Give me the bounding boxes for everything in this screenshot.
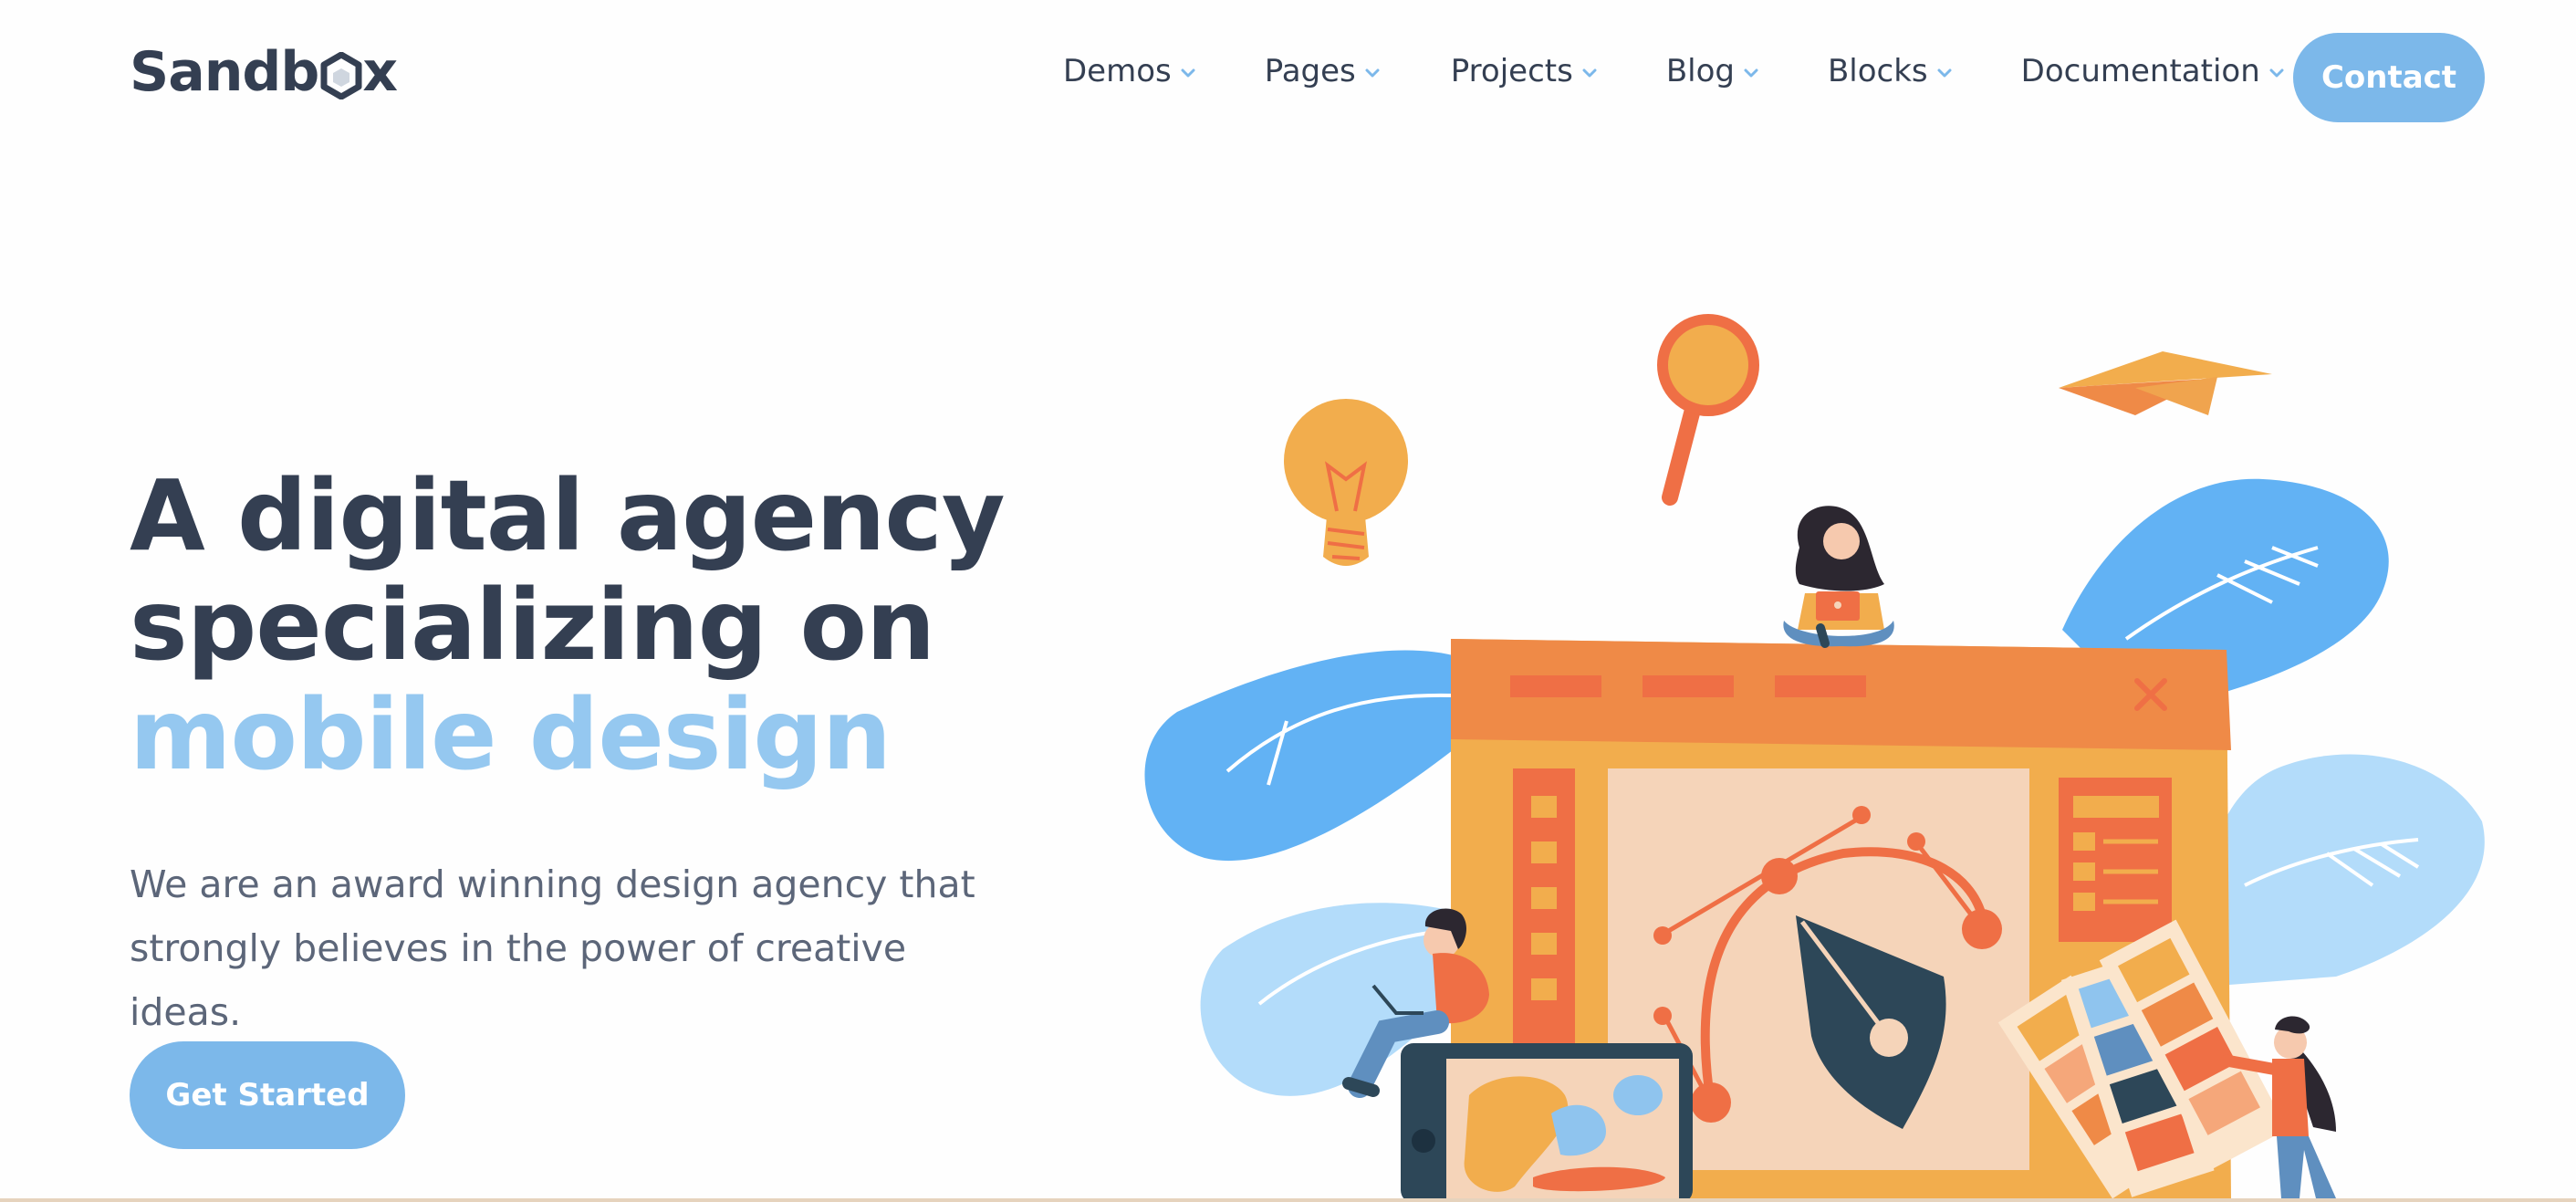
logo-text-end: x: [362, 40, 398, 104]
nav-label: Blocks: [1827, 53, 1928, 89]
lightbulb-icon: [1284, 399, 1408, 566]
nav-blog[interactable]: Blog: [1666, 53, 1758, 89]
hero-title-line-2: specializing on: [130, 570, 935, 683]
paper-plane-icon: [2059, 351, 2272, 415]
logo-text-start: Sandb: [130, 40, 319, 104]
main-nav: Demos Pages Projects Blog Blocks Documen…: [1063, 53, 2284, 89]
magnifier-icon: [1657, 314, 1759, 506]
nav-blocks[interactable]: Blocks: [1828, 53, 1952, 89]
hero-illustration: [1144, 314, 2485, 1198]
blue-leaf-left: [1144, 650, 1478, 862]
hero-title: A digital agency specializing on mobile …: [130, 460, 1006, 792]
chevron-down-icon: [2269, 68, 2284, 78]
chevron-down-icon: [1181, 68, 1195, 78]
light-leaf-right: [2205, 754, 2485, 986]
nav-pages[interactable]: Pages: [1265, 53, 1380, 89]
chevron-down-icon: [1744, 68, 1758, 78]
person-with-laptop: [1783, 506, 1894, 648]
hexagon-box-icon: [320, 52, 362, 99]
nav-label: Documentation: [2020, 53, 2260, 89]
section-divider: [0, 1198, 2576, 1202]
nav-projects[interactable]: Projects: [1451, 53, 1597, 89]
nav-label: Blog: [1665, 53, 1735, 89]
hero-description: We are an award winning design agency th…: [130, 862, 975, 1034]
chevron-down-icon: [1937, 68, 1952, 78]
get-started-button[interactable]: Get Started: [130, 1041, 405, 1149]
nav-label: Demos: [1063, 53, 1172, 89]
nav-label: Projects: [1450, 53, 1573, 89]
nav-demos[interactable]: Demos: [1063, 53, 1195, 89]
contact-button[interactable]: Contact: [2293, 33, 2485, 122]
nav-label: Pages: [1264, 53, 1356, 89]
hero-title-line-1: A digital agency: [130, 460, 1006, 573]
chevron-down-icon: [1365, 68, 1380, 78]
logo[interactable]: Sandb x: [130, 40, 398, 104]
hero-title-highlight: mobile design: [130, 679, 892, 792]
chevron-down-icon: [1582, 68, 1597, 78]
nav-documentation[interactable]: Documentation: [2021, 53, 2284, 89]
tablet-device: [1401, 1043, 1693, 1198]
